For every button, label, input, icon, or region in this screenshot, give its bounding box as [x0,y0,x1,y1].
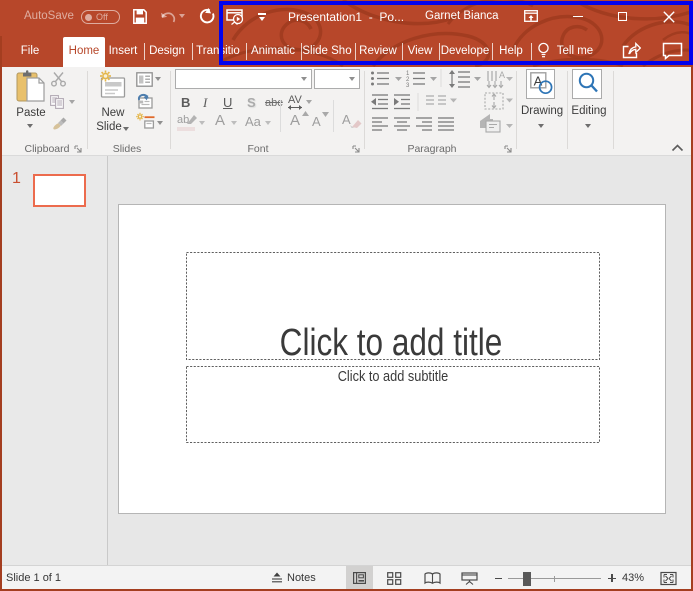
svg-text:A: A [534,74,543,89]
svg-text:A: A [499,70,505,80]
svg-text:3: 3 [406,83,410,89]
